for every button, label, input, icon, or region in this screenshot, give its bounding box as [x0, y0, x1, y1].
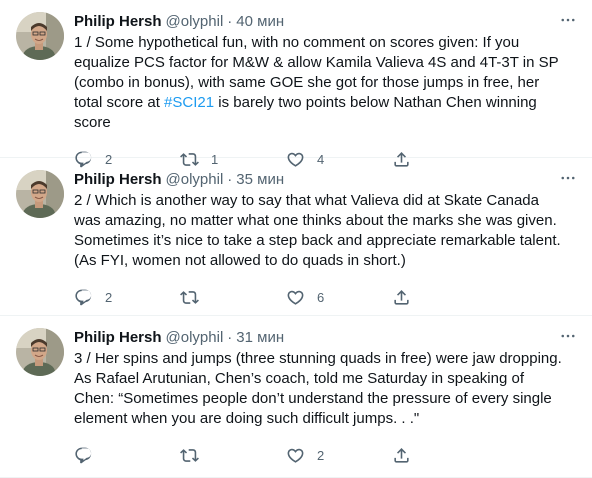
reply-button[interactable]: 2 [74, 288, 180, 307]
reply-icon [74, 446, 93, 465]
tweet[interactable]: Philip Hersh @olyphil · 35 мин 2 / Which… [0, 158, 592, 316]
avatar[interactable] [16, 328, 64, 376]
tweet[interactable]: Philip Hersh @olyphil · 31 мин 3 / Her s… [0, 316, 592, 478]
retweet-button[interactable] [180, 446, 286, 465]
separator-dot: · [227, 171, 233, 188]
tweet-text-before: 3 / Her spins and jumps (three stunning … [74, 350, 562, 427]
avatar[interactable] [16, 12, 64, 60]
like-icon [286, 288, 305, 307]
reply-button[interactable] [74, 446, 180, 465]
more-options-button[interactable] [558, 12, 578, 32]
more-icon [559, 11, 577, 34]
tweet-header: Philip Hersh @olyphil · 35 мин [74, 170, 576, 190]
retweet-button[interactable] [180, 288, 286, 307]
author-name[interactable]: Philip Hersh [74, 170, 162, 190]
more-icon [559, 327, 577, 350]
tweet[interactable]: Philip Hersh @olyphil · 40 мин 1 / Some … [0, 0, 592, 167]
tweet-text: 1 / Some hypothetical fun, with no comme… [74, 33, 576, 133]
separator-dot: · [227, 13, 233, 30]
tweet-text-before: 2 / Which is another way to say that wha… [74, 192, 561, 269]
like-button[interactable]: 2 [286, 446, 392, 465]
tweet-actions: 2 6 [74, 277, 576, 317]
more-options-button[interactable] [558, 170, 578, 190]
tweet-header: Philip Hersh @olyphil · 31 мин [74, 328, 576, 348]
hashtag-link[interactable]: #SCI21 [164, 94, 214, 111]
like-icon [286, 446, 305, 465]
share-icon [392, 446, 411, 465]
share-icon [392, 288, 411, 307]
share-button[interactable] [392, 446, 416, 465]
timestamp[interactable]: 40 мин [236, 12, 284, 32]
like-count: 6 [317, 289, 325, 305]
like-count: 2 [317, 447, 325, 463]
timestamp[interactable]: 35 мин [236, 170, 284, 190]
tweet-text: 3 / Her spins and jumps (three stunning … [74, 349, 576, 429]
author-handle[interactable]: @olyphil [166, 328, 224, 348]
more-options-button[interactable] [558, 328, 578, 348]
tweet-actions: 2 [74, 435, 576, 475]
timestamp[interactable]: 31 мин [236, 328, 284, 348]
author-handle[interactable]: @olyphil [166, 12, 224, 32]
reply-icon [74, 288, 93, 307]
reply-count: 2 [105, 289, 113, 305]
avatar[interactable] [16, 170, 64, 218]
tweet-text: 2 / Which is another way to say that wha… [74, 191, 576, 271]
separator-dot: · [227, 329, 233, 346]
retweet-icon [180, 446, 199, 465]
author-handle[interactable]: @olyphil [166, 170, 224, 190]
author-name[interactable]: Philip Hersh [74, 12, 162, 32]
retweet-icon [180, 288, 199, 307]
more-icon [559, 169, 577, 192]
share-button[interactable] [392, 288, 416, 307]
tweet-header: Philip Hersh @olyphil · 40 мин [74, 12, 576, 32]
author-name[interactable]: Philip Hersh [74, 328, 162, 348]
like-button[interactable]: 6 [286, 288, 392, 307]
